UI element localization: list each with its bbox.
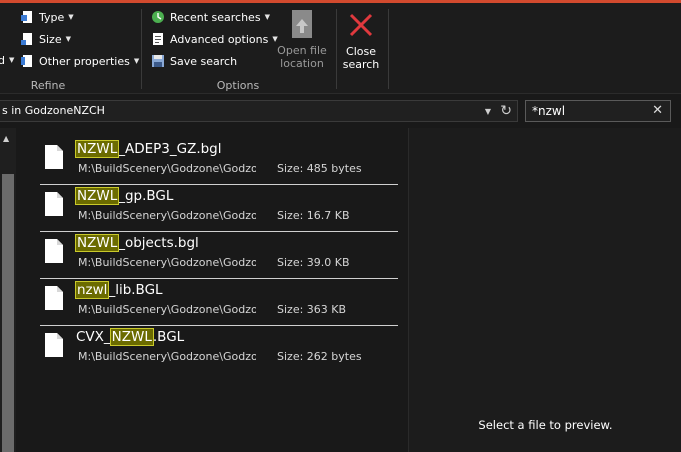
search-match-highlight: NZWL [109,328,154,346]
address-bar[interactable]: s in GodzoneNZCH ▼ ↻ [0,100,518,122]
search-results-list: NZWL_ADEP3_GZ.bgl M:\BuildScenery\Godzon… [16,128,408,452]
search-match-highlight: nzwl [74,281,110,299]
ribbon: d ▼ Type ▼ Size ▼ Other properties ▼ Ref… [0,3,681,94]
chevron-down-icon: ▼ [133,57,140,65]
scroll-up-icon[interactable]: ▲ [3,134,9,143]
save-search-label: Save search [170,54,238,68]
close-search-label-2: search [342,58,380,71]
open-file-location-button[interactable]: Open file location [274,9,330,70]
file-path: M:\BuildScenery\Godzone\Godzone\Scenery [78,303,256,316]
search-match-highlight: NZWL [74,140,120,158]
close-search-button[interactable]: Close search [340,9,382,71]
chevron-down-icon: ▼ [264,13,270,21]
close-icon [347,11,375,39]
file-name: NZWL_objects.bgl [74,234,199,252]
advanced-options-label: Advanced options [170,32,269,46]
advanced-options-icon [151,32,165,46]
file-name-suffix: _gp.BGL [118,188,174,204]
size-button[interactable]: Size ▼ [20,30,71,48]
search-input-value: *nzwl [532,104,566,118]
recent-searches-label: Recent searches [170,10,261,24]
file-name: CVX_NZWL.BGL [76,328,185,346]
result-row[interactable]: CVX_NZWL.BGL M:\BuildScenery\Godzone\God… [40,326,398,373]
chevron-down-icon: ▼ [8,56,15,64]
open-file-location-icon [290,9,314,41]
search-match-highlight: NZWL [74,234,120,252]
chevron-down-icon: ▼ [68,13,74,21]
refine-group-label: Refine [30,79,66,92]
file-name: NZWL_gp.BGL [74,187,174,205]
close-search-label-1: Close [346,45,376,58]
save-icon [151,54,165,68]
file-icon [44,144,64,170]
file-name-suffix: _objects.bgl [118,235,199,251]
file-size: Size: 262 bytes [277,350,362,363]
file-path: M:\BuildScenery\Godzone\Godzone\Scenery [78,162,256,175]
address-bar-row: s in GodzoneNZCH ▼ ↻ *nzwl ✕ [0,96,681,126]
clear-search-icon[interactable]: ✕ [652,101,663,121]
size-icon [20,32,34,46]
file-size: Size: 485 bytes [277,162,362,175]
open-file-location-label-1: Open file [277,44,327,57]
search-match-highlight: NZWL [74,187,120,205]
recent-searches-button[interactable]: Recent searches ▼ [151,8,270,26]
file-name: NZWL_ADEP3_GZ.bgl [74,140,222,158]
file-name-suffix: .BGL [152,329,185,345]
chevron-down-icon[interactable]: ▼ [485,102,491,122]
ribbon-group-separator [141,9,142,89]
search-input[interactable]: *nzwl ✕ [525,100,671,122]
file-name: nzwl_lib.BGL [74,281,163,299]
address-path-text: s in GodzoneNZCH [2,104,105,117]
recent-searches-icon [151,10,165,24]
ribbon-group-separator [336,9,337,89]
size-label: Size [39,32,62,46]
file-size: Size: 16.7 KB [277,209,350,222]
refresh-icon[interactable]: ↻ [500,101,512,121]
file-size: Size: 363 KB [277,303,347,316]
type-label: Type [39,10,65,24]
file-path: M:\BuildScenery\Godzone\Godzone\Scenery [78,209,256,222]
open-file-location-label-2: location [280,57,324,70]
file-path: M:\BuildScenery\Godzone\Godzone\Scenery [78,350,256,363]
save-search-button[interactable]: Save search [151,52,237,70]
navigation-scrollbar-thumb[interactable] [2,174,14,452]
ribbon-group-separator [388,9,389,89]
advanced-options-button[interactable]: Advanced options ▼ [151,30,278,48]
file-icon [44,285,64,311]
preview-message: Select a file to preview. [478,418,613,432]
result-row[interactable]: NZWL_gp.BGL M:\BuildScenery\Godzone\Godz… [40,185,398,232]
result-row[interactable]: NZWL_objects.bgl M:\BuildScenery\Godzone… [40,232,398,279]
partial-left-label: d [0,53,5,67]
navigation-pane: ▲ [0,128,16,452]
file-icon [44,191,64,217]
result-row[interactable]: NZWL_ADEP3_GZ.bgl M:\BuildScenery\Godzon… [40,138,398,185]
file-icon [44,238,64,264]
file-size: Size: 39.0 KB [277,256,350,269]
chevron-down-icon: ▼ [65,35,71,43]
file-icon [44,332,64,358]
partial-left-item[interactable]: d ▼ [0,51,14,69]
other-properties-label: Other properties [39,54,130,68]
type-button[interactable]: Type ▼ [20,8,74,26]
file-path: M:\BuildScenery\Godzone\Godzone\Scenery [78,256,256,269]
properties-icon [20,54,34,68]
other-properties-button[interactable]: Other properties ▼ [20,52,139,70]
options-group-label: Options [216,79,260,92]
file-name-suffix: _ADEP3_GZ.bgl [118,141,222,157]
file-name-suffix: _lib.BGL [108,282,163,298]
type-icon [20,10,34,24]
file-name-prefix: CVX_ [76,329,111,345]
preview-pane: Select a file to preview. [408,128,681,452]
result-row[interactable]: nzwl_lib.BGL M:\BuildScenery\Godzone\God… [40,279,398,326]
